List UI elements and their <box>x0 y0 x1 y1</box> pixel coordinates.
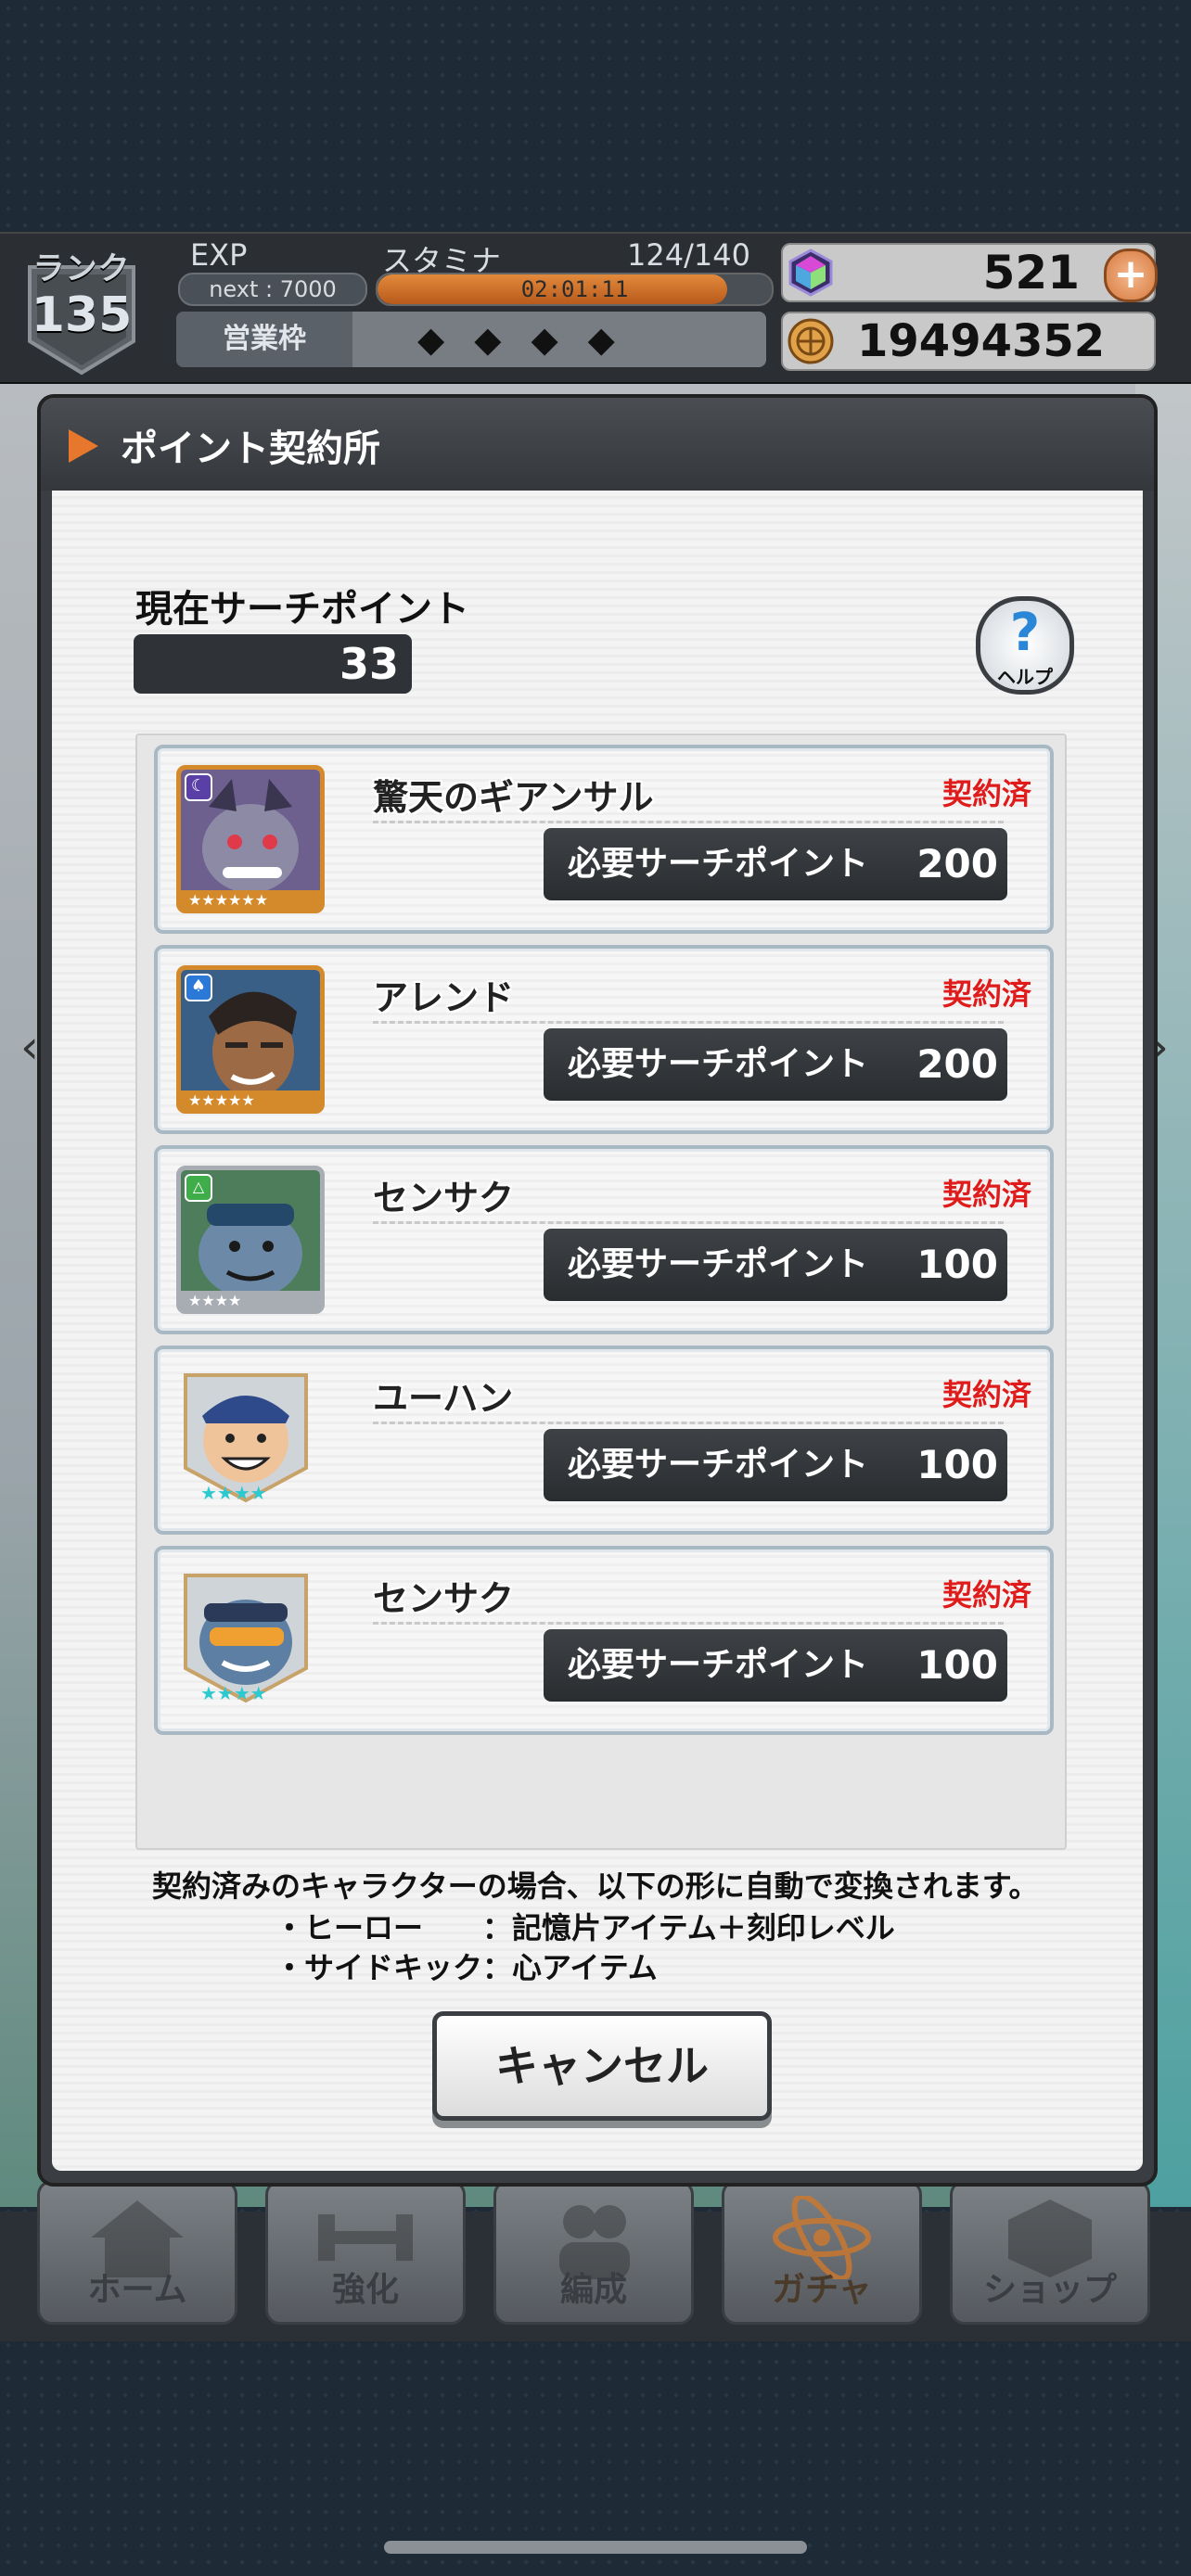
rank-value: 135 <box>31 287 133 343</box>
stamina-value: 124/140 <box>627 237 750 273</box>
nav-label: ガチャ <box>772 2271 872 2309</box>
svg-text:★★★★★★: ★★★★★★ <box>188 891 268 909</box>
character-list[interactable]: ★★★★★★ ☾ 驚天のギアンサル 契約済 必要サーチポイント 200 ★★★★… <box>135 733 1067 1850</box>
search-points-label: 現在サーチポイント <box>135 588 469 631</box>
search-points-value: 33 <box>339 639 399 689</box>
cost-value: 200 <box>916 1041 998 1087</box>
divider <box>373 1021 1004 1024</box>
divider <box>373 1622 1004 1625</box>
character-portrait: ★★★★ <box>176 1366 315 1505</box>
cost-box: 必要サーチポイント 200 <box>544 1028 1007 1101</box>
divider <box>373 821 1004 823</box>
exp-label: EXP <box>190 237 248 273</box>
character-name: センサク <box>373 1178 515 1218</box>
character-portrait: ★★★★ △ <box>176 1166 325 1314</box>
question-icon: ? <box>1009 603 1041 663</box>
nav-label: 編成 <box>559 2271 627 2309</box>
eigyo-diamonds: ◆◆◆◆ <box>417 319 645 360</box>
rank-badge[interactable]: ランク 135 <box>22 239 141 376</box>
nav-shop[interactable]: ショップ <box>950 2180 1150 2325</box>
cost-label: 必要サーチポイント <box>568 1646 869 1684</box>
help-label: ヘルプ <box>997 666 1053 688</box>
cost-value: 100 <box>916 1642 998 1688</box>
character-card[interactable]: ★★★★ センサク 契約済 必要サーチポイント 100 <box>154 1546 1054 1735</box>
nav-label: ホーム <box>87 2271 187 2309</box>
divider <box>373 1221 1004 1224</box>
gem-value: 521 <box>982 246 1080 300</box>
cost-box: 必要サーチポイント 100 <box>544 1629 1007 1702</box>
coin-value: 19494352 <box>857 315 1106 367</box>
cancel-label: キャンセル <box>495 2041 709 2091</box>
svg-text:★★★★: ★★★★ <box>200 1482 267 1504</box>
play-arrow-icon <box>69 429 98 463</box>
nav-enhance[interactable]: 強化 <box>265 2180 466 2325</box>
cancel-button[interactable]: キャンセル <box>432 2011 772 2121</box>
point-contract-dialog: ポイント契約所 現在サーチポイント 33 ? ヘルプ ★★★★★★ ☾ 驚天のギ… <box>37 394 1158 2187</box>
conversion-note-hero: ・ヒーロー ：記憶片アイテム＋刻印レベル <box>275 1910 895 1945</box>
nav-label: 強化 <box>331 2271 399 2309</box>
cost-label: 必要サーチポイント <box>568 1245 869 1283</box>
stamina-bar: 02:01:11 <box>376 273 774 306</box>
gem-counter: 521 + <box>781 243 1158 302</box>
character-name: センサク <box>373 1578 515 1619</box>
character-portrait: ★★★★★ ♠ <box>176 965 325 1114</box>
dialog-header: ポイント契約所 <box>41 398 1154 491</box>
cost-box: 必要サーチポイント 100 <box>544 1429 1007 1501</box>
home-indicator[interactable] <box>384 2541 807 2554</box>
nav-label: ショップ <box>982 2271 1117 2309</box>
coin-counter: 19494352 <box>781 312 1156 371</box>
rank-label: ランク <box>32 250 131 287</box>
search-points-box: 33 <box>134 634 412 694</box>
svg-text:★★★★: ★★★★ <box>188 1292 241 1309</box>
conversion-note-sidekick: ・サイドキック：心アイテム <box>275 1950 658 1985</box>
dialog-title: ポイント契約所 <box>121 427 380 470</box>
stamina-timer: 02:01:11 <box>520 276 629 302</box>
cost-box: 必要サーチポイント 100 <box>544 1229 1007 1301</box>
nav-gacha[interactable]: ガチャ <box>722 2180 922 2325</box>
contract-status: 契約済 <box>941 1377 1031 1412</box>
character-portrait: ★★★★★★ ☾ <box>176 765 325 913</box>
character-card[interactable]: ★★★★ △ センサク 契約済 必要サーチポイント 100 <box>154 1145 1054 1334</box>
cost-label: 必要サーチポイント <box>568 1446 869 1484</box>
leaf-icon: △ <box>185 1174 212 1202</box>
character-name: アレンド <box>373 977 515 1018</box>
contract-status: 契約済 <box>941 976 1031 1012</box>
cost-value: 200 <box>916 841 998 886</box>
cost-value: 100 <box>916 1242 998 1287</box>
character-card[interactable]: ★★★★ ユーハン 契約済 必要サーチポイント 100 <box>154 1345 1054 1535</box>
spade-icon: ♠ <box>185 974 212 1001</box>
scroll-left-arrow[interactable]: ‹ <box>20 1020 39 1074</box>
eigyo-label: 営業枠 <box>176 312 352 367</box>
svg-text:★★★★★: ★★★★★ <box>188 1091 255 1109</box>
gem-icon <box>788 249 833 297</box>
cost-label: 必要サーチポイント <box>568 845 869 883</box>
cost-value: 100 <box>916 1442 998 1487</box>
contract-status: 契約済 <box>941 1177 1031 1212</box>
character-portrait: ★★★★ <box>176 1566 315 1705</box>
cost-box: 必要サーチポイント 200 <box>544 828 1007 900</box>
add-gems-button[interactable]: + <box>1104 249 1158 302</box>
dialog-body: 現在サーチポイント 33 ? ヘルプ ★★★★★★ ☾ 驚天のギアンサル 契約済… <box>52 491 1143 2171</box>
moon-icon: ☾ <box>185 773 212 801</box>
contract-status: 契約済 <box>941 1577 1031 1613</box>
svg-text:★★★★: ★★★★ <box>200 1682 267 1704</box>
character-card[interactable]: ★★★★★ ♠ アレンド 契約済 必要サーチポイント 200 <box>154 945 1054 1134</box>
divider <box>373 1422 1004 1424</box>
cost-label: 必要サーチポイント <box>568 1045 869 1083</box>
exp-next: next : 7000 <box>178 273 367 306</box>
conversion-note: 契約済みのキャラクターの場合、以下の形に自動で変換されます。 <box>152 1868 1039 1904</box>
status-bar: ランク 135 EXP next : 7000 スタミナ 124/140 02:… <box>0 232 1191 384</box>
character-card[interactable]: ★★★★★★ ☾ 驚天のギアンサル 契約済 必要サーチポイント 200 <box>154 745 1054 934</box>
coin-icon <box>788 318 834 364</box>
nav-home[interactable]: ホーム <box>37 2180 237 2325</box>
bottom-nav: ホーム 強化 編成 ガチャ ショップ <box>0 2180 1191 2341</box>
nav-formation[interactable]: 編成 <box>493 2180 694 2325</box>
character-name: 驚天のギアンサル <box>373 777 654 818</box>
contract-status: 契約済 <box>941 776 1031 811</box>
eigyo-slots: 営業枠 ◆◆◆◆ <box>176 312 766 367</box>
character-name: ユーハン <box>373 1378 514 1419</box>
help-button[interactable]: ? ヘルプ <box>976 596 1074 695</box>
